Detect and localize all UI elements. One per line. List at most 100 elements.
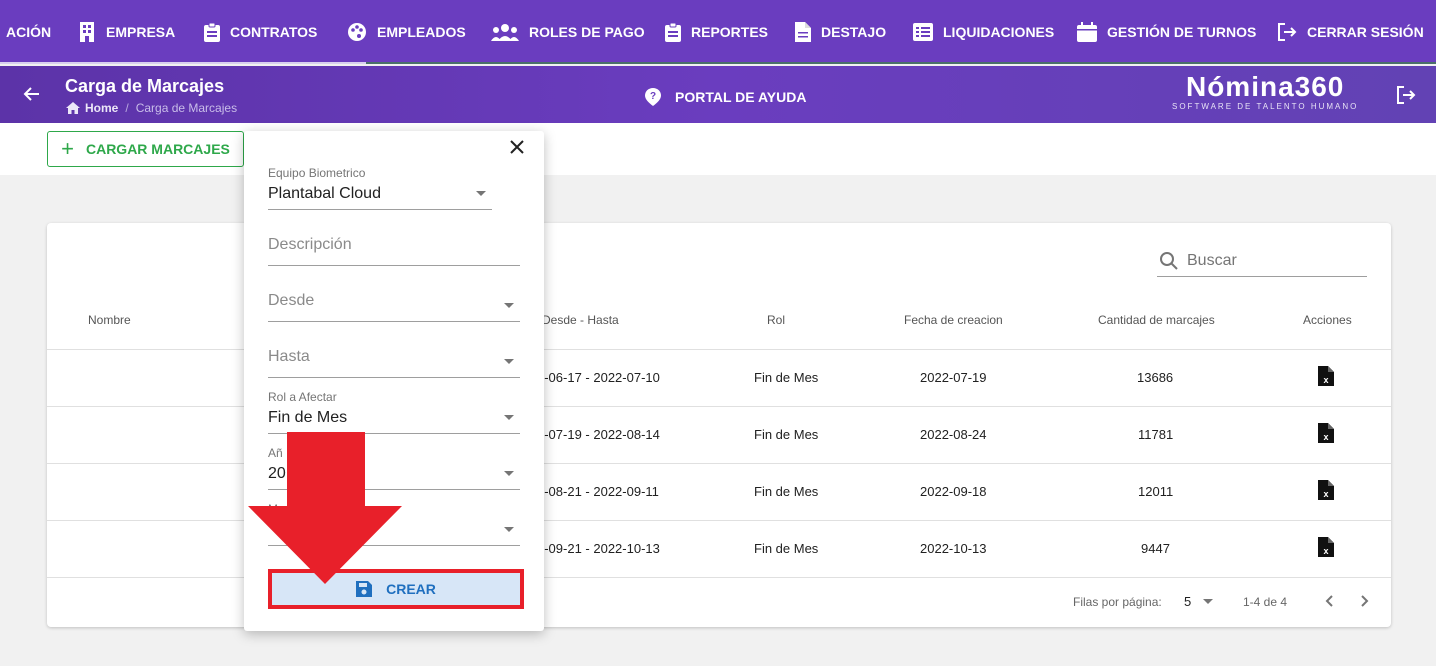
cargar-marcajes-button[interactable]: + CARGAR MARCAJES: [47, 131, 244, 167]
equipo-biometrico-value: Plantabal Cloud: [268, 185, 381, 202]
help-icon: ?: [645, 88, 661, 106]
rol-a-afectar-select[interactable]: Rol a Afectar Fin de Mes: [268, 388, 520, 434]
nav-item-label: DESTAJO: [821, 24, 887, 40]
nav-item-label: ROLES DE PAGO: [529, 24, 645, 40]
page-title: Carga de Marcajes: [65, 76, 225, 96]
breadcrumb-home[interactable]: Home: [85, 101, 118, 115]
nav-item-roles-de-pago[interactable]: ROLES DE PAGO: [491, 0, 645, 64]
nav-item-destajo[interactable]: DESTAJO: [795, 0, 886, 64]
nav-item-label: CONTRATOS: [230, 24, 318, 40]
file-icon: [795, 22, 811, 42]
desde-date-field[interactable]: Desde: [268, 276, 520, 322]
help-portal-label: PORTAL DE AYUDA: [675, 89, 807, 105]
cell-fecha-creacion: 2022-08-24: [920, 427, 987, 442]
chevron-down-icon: [504, 359, 514, 364]
rol-a-afectar-value: Fin de Mes: [268, 409, 348, 426]
help-portal-link[interactable]: ? PORTAL DE AYUDA: [645, 88, 806, 106]
palette-icon: [348, 23, 366, 41]
cell-rol: Fin de Mes: [754, 427, 819, 442]
cell-fecha-creacion: 2022-10-13: [920, 541, 987, 556]
close-icon[interactable]: [510, 140, 524, 154]
nav-item-liquidaciones[interactable]: LIQUIDACIONES: [913, 0, 1054, 64]
logout-icon[interactable]: [1396, 86, 1416, 104]
chevron-down-icon: [504, 303, 514, 308]
cell-rol: Fin de Mes: [754, 484, 819, 499]
nav-scroll-track[interactable]: [0, 62, 1436, 64]
equipo-biometrico-select[interactable]: Equipo Biometrico Plantabal Cloud: [268, 164, 492, 210]
nav-item-cerrar-sesion[interactable]: CERRAR SESIÓN: [1277, 0, 1424, 64]
nav-item-empresa[interactable]: EMPRESA: [78, 0, 175, 64]
home-icon: [66, 102, 80, 114]
nav-item-configuracion[interactable]: ACIÓN: [6, 0, 51, 64]
toolbar: + CARGAR MARCAJES: [0, 123, 1436, 175]
red-arrow-annotation: [248, 432, 402, 584]
plus-icon: +: [61, 136, 74, 161]
cell-cantidad: 9447: [1141, 541, 1170, 556]
breadcrumb: Home / Carga de Marcajes: [66, 101, 237, 115]
excel-export-icon[interactable]: x: [1318, 480, 1334, 500]
calendar-icon: [1077, 22, 1097, 42]
descripcion-placeholder: Descripción: [268, 236, 352, 253]
nav-item-label: LIQUIDACIONES: [943, 24, 1055, 40]
chevron-down-icon: [476, 191, 486, 196]
cell-desde-hasta: 2-09-21 - 2022-10-13: [537, 541, 660, 556]
clipboard-icon: [204, 22, 220, 42]
chevron-right-icon[interactable]: [1354, 591, 1374, 611]
cell-cantidad: 13686: [1137, 370, 1174, 385]
descripcion-field[interactable]: Descripción: [268, 220, 520, 266]
chevron-down-icon: [504, 415, 514, 420]
cargar-marcajes-label: CARGAR MARCAJES: [85, 141, 230, 157]
nav-item-contratos[interactable]: CONTRATOS: [204, 0, 317, 64]
nav-item-empleados[interactable]: EMPLEADOS: [347, 0, 466, 64]
list-icon: [913, 23, 933, 41]
nav-item-gestion-de-turnos[interactable]: GESTIÓN DE TURNOS: [1077, 0, 1256, 64]
cell-desde-hasta: 2-06-17 - 2022-07-10: [537, 370, 660, 385]
excel-export-icon[interactable]: x: [1318, 537, 1334, 557]
cell-desde-hasta: 2-08-21 - 2022-09-11: [537, 484, 659, 499]
arrow-back-icon[interactable]: [22, 84, 42, 104]
nav-item-label: CERRAR SESIÓN: [1307, 24, 1424, 40]
rows-per-page-select[interactable]: 5: [1184, 594, 1214, 609]
pagination-range: 1-4 de 4: [1243, 595, 1288, 609]
brand-logo: Nómina360 SOFTWARE DE TALENTO HUMANO: [1172, 71, 1359, 112]
search-icon: [1160, 251, 1178, 270]
rows-per-page-value: 5: [1184, 594, 1192, 609]
search-input[interactable]: [1187, 251, 1357, 270]
chevron-left-icon[interactable]: [1320, 591, 1340, 611]
nav-item-label: REPORTES: [691, 24, 769, 40]
nav-item-label: EMPRESA: [106, 24, 176, 40]
chevron-down-icon: [504, 527, 514, 532]
column-header-rol[interactable]: Rol: [767, 313, 785, 327]
nav-item-label: ACIÓN: [6, 24, 52, 40]
logo-subtitle: SOFTWARE DE TALENTO HUMANO: [1172, 102, 1359, 111]
nav-item-label: EMPLEADOS: [377, 24, 466, 40]
equipo-biometrico-label: Equipo Biometrico: [268, 166, 366, 180]
nav-item-reportes[interactable]: REPORTES: [665, 0, 768, 64]
rol-a-afectar-label: Rol a Afectar: [268, 390, 337, 404]
excel-export-icon[interactable]: x: [1318, 366, 1334, 386]
column-header-desde-hasta[interactable]: Desde - Hasta: [542, 313, 619, 327]
nav-scroll-thumb[interactable]: [0, 62, 367, 64]
logo-title: Nómina360: [1185, 71, 1345, 102]
excel-export-icon[interactable]: x: [1318, 423, 1334, 443]
cell-desde-hasta: 2-07-19 - 2022-08-14: [537, 427, 660, 442]
column-header-cantidad-marcajes[interactable]: Cantidad de marcajes: [1098, 313, 1215, 327]
column-header-acciones: Acciones: [1303, 313, 1352, 327]
column-header-fecha-creacion[interactable]: Fecha de creacion: [904, 313, 1003, 327]
svg-text:x: x: [1323, 489, 1328, 499]
search-field[interactable]: [1157, 245, 1367, 277]
hasta-date-field[interactable]: Hasta: [268, 332, 520, 378]
nav-item-label: GESTIÓN DE TURNOS: [1107, 24, 1257, 40]
cell-rol: Fin de Mes: [754, 541, 819, 556]
clipboard-icon: [665, 22, 681, 42]
svg-text:x: x: [1323, 375, 1328, 385]
cell-cantidad: 11781: [1138, 427, 1174, 442]
cell-rol: Fin de Mes: [754, 370, 819, 385]
column-header-nombre[interactable]: Nombre: [88, 313, 131, 327]
chevron-down-icon: [504, 471, 514, 476]
chevron-down-icon: [1203, 598, 1214, 604]
cell-fecha-creacion: 2022-07-19: [920, 370, 987, 385]
svg-text:x: x: [1323, 546, 1328, 556]
cell-fecha-creacion: 2022-09-18: [920, 484, 987, 499]
top-navigation: ACIÓN EMPRESA CONTRATOS EMPLEADOS ROLES …: [0, 0, 1436, 64]
